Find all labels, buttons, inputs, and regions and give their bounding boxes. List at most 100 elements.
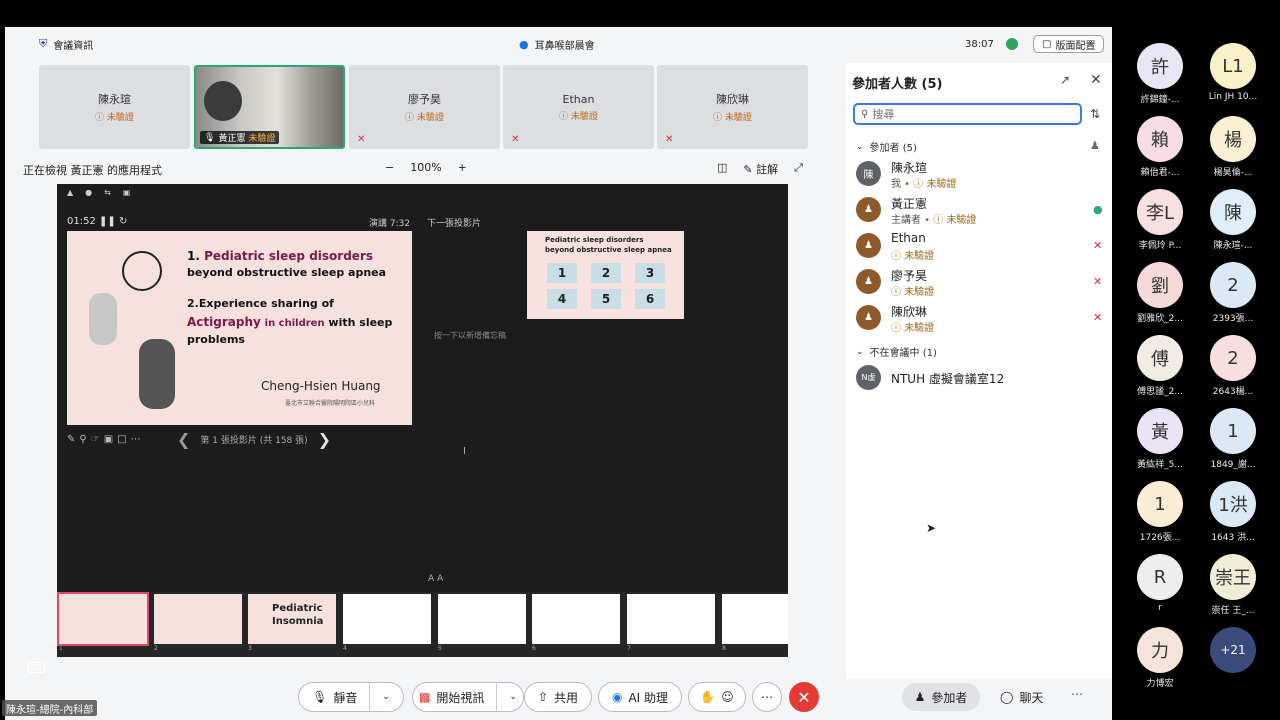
font-size-buttons[interactable]: A A [428,574,443,584]
gallery-tile[interactable]: 1洪 1643 洪... [1209,481,1257,543]
gallery-tile[interactable]: 賴賴佁君-... [1136,116,1184,178]
section-in-meeting[interactable]: ⌄ 參加者 (5) [856,139,917,155]
meeting-info-label: 會議資訊 [53,40,94,52]
close-icon[interactable]: ✕ [1090,72,1102,88]
slide-thumbnail[interactable] [343,594,431,644]
participant-tile[interactable]: 陳欣琳 ⓘ 未驗證 ✕ [657,65,808,149]
reactions-button[interactable]: ✋ ☺ [688,682,746,712]
add-participant-icon[interactable]: ♟ [1090,139,1100,152]
gallery-tile[interactable]: Rr [1136,554,1184,613]
zoom-out-button[interactable]: − [385,161,394,174]
slide-thumbnail[interactable] [154,594,242,644]
slide-thumbnail[interactable] [722,594,788,644]
chevron-down-icon[interactable]: ⌄ [509,692,517,702]
people-icon: ♟ [914,690,926,704]
gallery-avatar: 劉 [1137,262,1183,308]
participant-tile[interactable]: Ethan ⓘ 未驗證 ✕ [503,65,654,149]
annotate-button[interactable]: ✎ 註解 [743,161,778,177]
notes-placeholder[interactable]: 按一下以新增備忘稿 [434,330,506,341]
meeting-info-button[interactable]: ⛨ 會議資訊 [39,37,93,52]
gallery-tile[interactable]: 陳陳永瑄-... [1209,189,1257,251]
search-input[interactable] [872,107,1063,121]
gallery-tile[interactable]: 李L 李佩玲 P... [1136,189,1184,251]
chevron-down-icon[interactable]: ⌄ [382,692,390,702]
more-panels-icon[interactable]: ⋯ [1071,687,1083,701]
participant-name: 廖予昊 [891,269,928,283]
more-options-button[interactable]: ⋯ [752,682,782,712]
participant-row[interactable]: N虛 NTUH 虛擬會議室12 [856,361,1106,395]
reset-icon[interactable]: ↻ [119,216,127,227]
participant-name: 陳永瑄 [98,93,131,106]
participant-row[interactable]: 陳 陳永瑄 我 • ⓘ 未驗證 [856,157,1106,191]
fullscreen-icon[interactable]: ⤢ [794,161,803,177]
gallery-avatar: 楊 [1210,116,1256,162]
slide-thumbnail[interactable] [627,594,715,644]
mic-icon: 🎙 [312,690,328,704]
slide-line-2: beyond obstructive sleep apnea [187,266,387,279]
participant-row[interactable]: ♟ 陳欣琳 ⓘ 未驗證 ✕ [856,301,1106,335]
connection-status-icon[interactable] [1006,38,1018,50]
ai-label: AI 助理 [628,690,669,705]
participant-row[interactable]: ♟ 黃正憲 主講者 • ⓘ 未驗證 ● [856,193,1106,227]
child-icon [139,339,175,409]
gallery-tile[interactable]: 1 1726張... [1136,481,1184,543]
slide-thumbnail[interactable] [438,594,526,644]
participants-button[interactable]: ♟ 參加者 [902,683,980,711]
participant-row[interactable]: ♟ 廖予昊 ⓘ 未驗證 ✕ [856,265,1106,299]
gallery-tile[interactable]: 2 2393張... [1209,262,1257,324]
gallery-tile[interactable]: 1 1849_謝... [1209,408,1257,470]
thumb-number: 1 [59,645,63,652]
participant-tile[interactable]: 廖予昊 ⓘ 未驗證 ✕ [349,65,500,149]
subtitles-icon[interactable]: ▣ [104,434,113,445]
gallery-name: 崇任 王_... [1211,606,1255,616]
slide-thumbnail[interactable] [57,592,149,646]
section-not-in-meeting[interactable]: ⌄ 不在會議中 (1) [856,344,937,360]
next-slide-icon[interactable]: ❯ [318,430,331,449]
gallery-name: 1726張... [1139,533,1181,543]
slide-thumbnail[interactable]: Pediatric Insomnia [248,594,336,644]
pause-icon[interactable]: ❚❚ [99,216,119,227]
mute-button[interactable]: 🎙 靜音 ⌄ [298,682,404,712]
chat-button[interactable]: ◯ 聊天 [1000,683,1043,711]
gallery-tile[interactable]: L1 Lin JH 10... [1209,43,1257,102]
gallery-tile[interactable]: 劉劉雅欣_2... [1136,262,1184,324]
gallery-tile[interactable]: 崇王 崇任 王_... [1209,554,1257,616]
zoom-in-button[interactable]: + [458,161,467,174]
more-icon[interactable]: ⋯ [131,434,141,445]
gallery-tile[interactable]: 黃黃紘祥_5... [1136,408,1184,470]
tool-icon[interactable]: ▲ [67,188,73,197]
participant-video-tile[interactable]: 🎙 黃正憲 未驗證 [194,65,345,149]
participant-name: NTUH 虛擬會議室12 [891,372,1005,386]
gallery-tile[interactable]: 力力博宏 [1136,627,1184,689]
participant-tile[interactable]: 陳永瑄 ⓘ 未驗證 [39,65,190,149]
tool-icon[interactable]: ⇆ [104,188,111,197]
thumb-number: 7 [627,645,631,652]
gallery-name: 黃紘祥_5... [1137,460,1183,470]
pointer-icon[interactable]: ☞ [91,434,100,445]
camera-icon[interactable]: □ [117,434,126,445]
layout-button[interactable]: ▢ 版面配置 [1033,35,1105,53]
slide-thumbnail[interactable] [532,594,620,644]
leave-meeting-button[interactable]: ✕ [789,682,819,712]
more-participants-button[interactable]: +21 [1209,627,1257,673]
gallery-tile[interactable]: 傅傅思謐_2... [1136,335,1184,397]
gallery-tile[interactable]: 許許錦鐘-... [1136,43,1184,105]
gallery-tile[interactable]: 2 2643楊... [1209,335,1257,397]
gallery-name: 2393張... [1212,314,1254,324]
prev-slide-icon[interactable]: ❮ [177,430,190,449]
popout-icon[interactable]: ↗ [1060,73,1070,87]
shared-screen[interactable]: ▲ ● ⇆ ▣ 01:52 ❚❚ ↻ 演講 7:32 下一張投影片 1. Ped… [57,184,788,657]
zoom-icon[interactable]: ⚲ [79,434,86,445]
participant-row[interactable]: ♟ Ethan ⓘ 未驗證 ✕ [856,229,1106,263]
share-button[interactable]: ⇧ 共用 [524,682,592,712]
gallery-tile[interactable]: 楊楊昊倫-... [1209,116,1257,178]
remote-control-icon[interactable]: ◫ [717,161,727,177]
search-box[interactable]: ⚲ [853,103,1082,125]
tool-icon[interactable]: ▣ [123,188,131,197]
sort-icon[interactable]: ⇅ [1090,107,1100,121]
tool-icon[interactable]: ● [85,188,92,197]
start-video-button[interactable]: ▩ 開始視訊 ⌄ [412,682,524,712]
captions-icon[interactable]: CC [28,662,46,673]
pen-icon[interactable]: ✎ [67,434,75,445]
ai-assistant-button[interactable]: ◉ AI 助理 [598,682,682,712]
